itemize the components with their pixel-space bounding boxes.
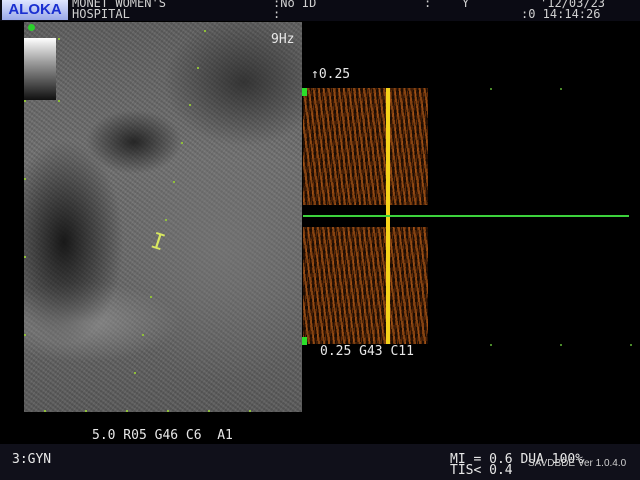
lateral-tick xyxy=(126,410,128,412)
scale-marker-top xyxy=(302,88,307,96)
patient-id-line2: : xyxy=(273,7,281,21)
velocity-scale-top: ↑0.25 xyxy=(311,67,351,82)
cursor-line-dot xyxy=(165,219,167,221)
doppler-params: 0.25 G43 C11 xyxy=(320,344,414,359)
scale-tick xyxy=(58,100,60,102)
cursor-line-dot xyxy=(189,104,191,106)
exam-preset: 3:GYN xyxy=(12,452,52,467)
time-tick xyxy=(630,344,632,346)
cursor-line-dot xyxy=(204,30,206,32)
software-version: SAVDBDE Ver 1.0.4.0 xyxy=(528,458,627,469)
cursor-line-dot xyxy=(197,67,199,69)
probe-orientation-marker xyxy=(28,24,35,31)
time-tick xyxy=(490,344,492,346)
lateral-tick xyxy=(85,410,87,412)
bmode-image[interactable] xyxy=(24,22,302,412)
cursor-line-dot xyxy=(150,296,152,298)
time-tick xyxy=(560,344,562,346)
depth-tick xyxy=(24,178,26,180)
exam-time: :0 14:14:26 xyxy=(521,7,601,21)
doppler-baseline xyxy=(303,215,629,217)
cursor-line-dot xyxy=(134,372,136,374)
header-field-colon: : xyxy=(424,0,432,10)
time-tick xyxy=(560,88,562,90)
lateral-tick xyxy=(167,410,169,412)
scale-marker-bottom xyxy=(302,337,307,345)
scale-tick xyxy=(58,38,60,40)
cursor-line-dot xyxy=(142,334,144,336)
cursor-line-dot xyxy=(173,181,175,183)
depth-tick xyxy=(24,256,26,258)
bmode-params: 5.0 R05 G46 C6 A1 xyxy=(92,428,233,443)
lateral-tick xyxy=(44,410,46,412)
hospital-name-line2: HOSPITAL xyxy=(72,7,130,21)
depth-tick xyxy=(24,100,26,102)
lateral-tick xyxy=(249,410,251,412)
aloka-logo: ALOKA xyxy=(2,0,68,20)
frame-rate: 9Hz xyxy=(271,32,295,47)
header-field-y: Y xyxy=(462,0,470,10)
thermal-index: TIS< 0.4 xyxy=(450,463,513,478)
time-tick xyxy=(490,88,492,90)
lateral-tick xyxy=(208,410,210,412)
grayscale-bar xyxy=(24,38,56,100)
depth-tick xyxy=(24,334,26,336)
cursor-line-dot xyxy=(181,142,183,144)
